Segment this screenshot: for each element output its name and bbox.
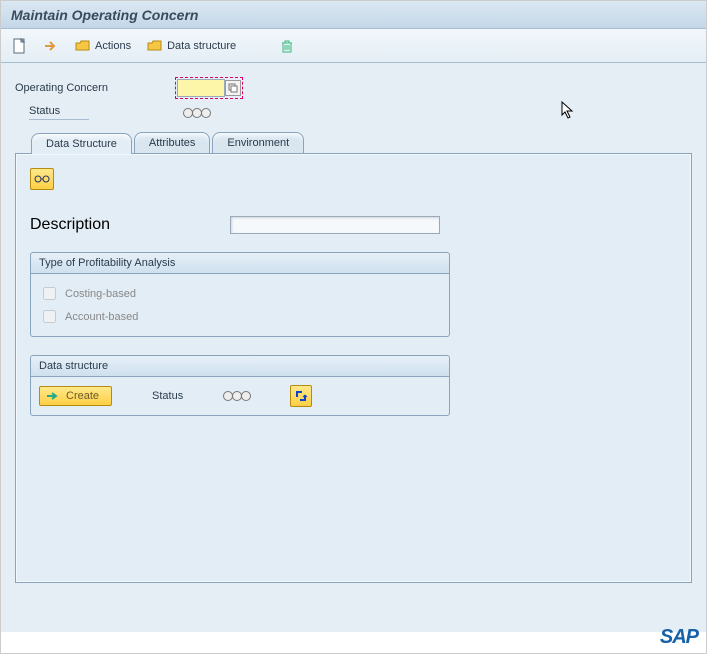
account-based-checkbox[interactable] xyxy=(43,310,56,323)
tab-data-structure[interactable]: Data Structure xyxy=(31,133,132,154)
tab-strip: Data Structure Attributes Environment xyxy=(31,132,692,153)
costing-based-label: Costing-based xyxy=(65,288,136,300)
description-label: Description xyxy=(30,216,230,234)
description-row: Description xyxy=(30,216,677,234)
f4-icon xyxy=(228,83,238,93)
f4-help-button[interactable] xyxy=(225,80,241,96)
header-form: Operating Concern Status xyxy=(1,63,706,132)
actions-button[interactable]: Actions xyxy=(71,38,135,54)
arrow-right-icon xyxy=(43,39,59,53)
new-document-button[interactable] xyxy=(9,36,31,56)
document-icon xyxy=(13,38,27,54)
data-structure-button[interactable]: Data structure xyxy=(143,38,240,54)
operating-concern-label: Operating Concern xyxy=(15,82,175,94)
actions-label: Actions xyxy=(95,40,131,52)
delete-button[interactable] xyxy=(276,37,298,55)
arrow-right-icon xyxy=(46,391,60,401)
data-structure-groupbox: Data structure Create Status xyxy=(30,355,450,416)
activate-button[interactable] xyxy=(290,385,312,407)
tab-environment[interactable]: Environment xyxy=(212,132,304,153)
account-based-checkbox-row: Account-based xyxy=(39,305,441,328)
tab-label: Data Structure xyxy=(46,138,117,150)
costing-based-checkbox[interactable] xyxy=(43,287,56,300)
tab-panel: Description Type of Profitability Analys… xyxy=(15,153,692,583)
glasses-icon xyxy=(34,174,50,184)
status-traffic-lights xyxy=(183,108,210,118)
description-input[interactable] xyxy=(230,216,440,234)
tab-label: Environment xyxy=(227,137,289,149)
costing-based-checkbox-row: Costing-based xyxy=(39,282,441,305)
data-structure-label: Data structure xyxy=(167,40,236,52)
trash-icon xyxy=(280,39,294,53)
operating-concern-group xyxy=(175,77,243,99)
ds-status-label: Status xyxy=(152,390,183,402)
operating-concern-input[interactable] xyxy=(177,79,225,97)
display-change-button[interactable] xyxy=(30,168,54,190)
type-profitability-groupbox: Type of Profitability Analysis Costing-b… xyxy=(30,252,450,337)
folder-icon xyxy=(75,40,91,52)
ds-status-traffic-lights xyxy=(223,391,250,401)
status-label: Status xyxy=(29,105,89,120)
tab-container: Data Structure Attributes Environment De… xyxy=(1,132,706,632)
sap-logo: SAP xyxy=(660,626,698,649)
title-bar: Maintain Operating Concern xyxy=(1,1,706,29)
create-button[interactable]: Create xyxy=(39,386,112,406)
activate-icon xyxy=(294,389,308,403)
tab-attributes[interactable]: Attributes xyxy=(134,132,210,153)
create-label: Create xyxy=(66,390,99,402)
execute-button[interactable] xyxy=(39,37,63,55)
account-based-label: Account-based xyxy=(65,311,138,323)
toolbar: Actions Data structure xyxy=(1,29,706,63)
groupbox-title: Type of Profitability Analysis xyxy=(31,253,449,274)
folder-icon xyxy=(147,40,163,52)
groupbox-title: Data structure xyxy=(31,356,449,377)
tab-label: Attributes xyxy=(149,137,195,149)
page-title: Maintain Operating Concern xyxy=(11,7,198,23)
